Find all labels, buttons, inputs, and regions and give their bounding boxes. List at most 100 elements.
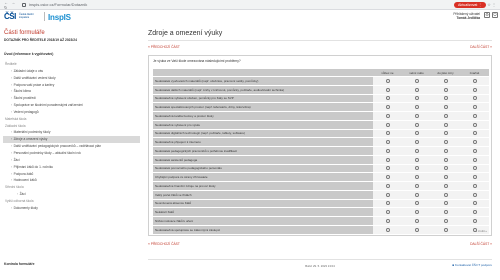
sidebar-item-intro[interactable]: Úvod (informace k vyplňování) xyxy=(4,52,53,56)
answer-radio[interactable] xyxy=(443,192,448,197)
answer-radio[interactable] xyxy=(385,201,390,206)
answer-radio[interactable] xyxy=(443,78,448,83)
answer-radio[interactable] xyxy=(443,218,448,223)
sidebar-item[interactable]: Další vzdělávání pedagogických pracovník… xyxy=(3,143,140,150)
answer-radio[interactable] xyxy=(414,218,419,223)
answer-radio[interactable] xyxy=(472,183,477,188)
answer-radio[interactable] xyxy=(414,122,419,127)
sidebar-item[interactable]: Školní klima xyxy=(3,88,140,95)
browser-nav-icons[interactable]: ← → ↻ xyxy=(4,0,20,10)
browser-update-button[interactable]: Aktualizovat ⋮ xyxy=(454,1,486,8)
answer-radio[interactable] xyxy=(385,78,390,83)
answer-radio[interactable] xyxy=(414,157,419,162)
answer-radio[interactable] xyxy=(414,140,419,145)
answer-radio[interactable] xyxy=(414,113,419,118)
answer-radio[interactable] xyxy=(385,148,390,153)
logout-icon[interactable]: ⏻ xyxy=(492,12,498,18)
inspis-logo[interactable]: InspIS xyxy=(48,13,71,22)
answer-radio[interactable] xyxy=(385,131,390,136)
answer-radio[interactable] xyxy=(414,192,419,197)
csi-logo[interactable]: ČŠI xyxy=(4,12,16,21)
answer-radio[interactable] xyxy=(472,175,477,180)
answer-radio[interactable] xyxy=(472,131,477,136)
answer-radio[interactable] xyxy=(385,113,390,118)
sidebar-item[interactable]: Základní údaje o vás xyxy=(3,68,140,75)
answer-radio[interactable] xyxy=(385,87,390,92)
answer-radio[interactable] xyxy=(443,140,448,145)
answer-radio[interactable] xyxy=(472,218,477,223)
answer-radio[interactable] xyxy=(472,105,477,110)
sidebar-item-form-check[interactable]: Kontrola formuláře xyxy=(4,262,35,266)
answer-radio[interactable] xyxy=(414,175,419,180)
answer-radio[interactable] xyxy=(443,175,448,180)
answer-radio[interactable] xyxy=(414,210,419,215)
next-section-link-bottom[interactable]: DALŠÍ ČÁST » xyxy=(470,242,492,246)
sidebar-item[interactable]: Podpora žáků xyxy=(3,171,140,178)
answer-radio[interactable] xyxy=(443,157,448,162)
answer-radio[interactable] xyxy=(385,227,390,232)
answer-radio[interactable] xyxy=(414,87,419,92)
answer-radio[interactable] xyxy=(443,201,448,206)
answer-radio[interactable] xyxy=(443,96,448,101)
answer-radio[interactable] xyxy=(472,140,477,145)
answer-radio[interactable] xyxy=(443,113,448,118)
sidebar-item[interactable]: Další vzdělávání vedení školy xyxy=(3,75,140,82)
answer-radio[interactable] xyxy=(385,105,390,110)
answer-radio[interactable] xyxy=(472,113,477,118)
sidebar-item[interactable]: Podpora vaší práce a kariéry xyxy=(3,82,140,89)
answer-radio[interactable] xyxy=(385,157,390,162)
sidebar-item[interactable]: Spolupráce se školními poradenskými zaří… xyxy=(3,102,140,109)
sidebar-item[interactable]: Žáci xyxy=(3,191,140,198)
answer-radio[interactable] xyxy=(414,227,419,232)
sidebar-item[interactable]: Hodnocení žáků xyxy=(3,177,140,184)
answer-radio[interactable] xyxy=(472,96,477,101)
answer-radio[interactable] xyxy=(472,78,477,83)
answer-radio[interactable] xyxy=(472,210,477,215)
answer-radio[interactable] xyxy=(414,78,419,83)
address-bar[interactable]: inspis.csicr.cz/Formular/Dotaznik xyxy=(29,2,454,7)
sidebar-item[interactable]: Žáci xyxy=(3,157,140,164)
answer-radio[interactable] xyxy=(385,166,390,171)
answer-radio[interactable] xyxy=(414,105,419,110)
answer-radio[interactable] xyxy=(385,96,390,101)
answer-radio[interactable] xyxy=(414,148,419,153)
answer-radio[interactable] xyxy=(472,122,477,127)
answer-radio[interactable] xyxy=(472,201,477,206)
answer-radio[interactable] xyxy=(443,166,448,171)
sidebar-item[interactable]: Vedení pedagogů xyxy=(3,109,140,116)
browser-menu-icon[interactable]: ☆ ⋮ xyxy=(487,2,496,7)
answer-radio[interactable] xyxy=(472,148,477,153)
answer-radio[interactable] xyxy=(385,218,390,223)
answer-radio[interactable] xyxy=(443,148,448,153)
answer-radio[interactable] xyxy=(443,227,448,232)
answer-radio[interactable] xyxy=(472,87,477,92)
answer-radio[interactable] xyxy=(443,210,448,215)
sidebar-item[interactable]: Dokumenty školy xyxy=(3,205,140,212)
answer-radio[interactable] xyxy=(385,192,390,197)
answer-radio[interactable] xyxy=(472,192,477,197)
next-section-link[interactable]: DALŠÍ ČÁST » xyxy=(470,45,492,49)
answer-radio[interactable] xyxy=(443,131,448,136)
answer-radio[interactable] xyxy=(472,166,477,171)
answer-radio[interactable] xyxy=(443,105,448,110)
answer-radio[interactable] xyxy=(443,183,448,188)
answer-radio[interactable] xyxy=(443,122,448,127)
answer-radio[interactable] xyxy=(385,140,390,145)
answer-radio[interactable] xyxy=(385,175,390,180)
answer-radio[interactable] xyxy=(414,96,419,101)
clear-answers-link[interactable]: « zrušit » xyxy=(476,229,487,233)
answer-radio[interactable] xyxy=(414,166,419,171)
sidebar-item[interactable]: Materiální podmínky školy xyxy=(3,129,140,136)
answer-radio[interactable] xyxy=(385,183,390,188)
answer-radio[interactable] xyxy=(385,210,390,215)
previous-section-link-bottom[interactable]: « PŘEDCHOZÍ ČÁST xyxy=(148,242,180,246)
answer-radio[interactable] xyxy=(414,183,419,188)
answer-radio[interactable] xyxy=(472,157,477,162)
answer-radio[interactable] xyxy=(414,201,419,206)
sidebar-item[interactable]: Personální podmínky školy – aktuální ško… xyxy=(3,150,140,157)
settings-icon[interactable]: ⚙ xyxy=(484,12,490,18)
it-support-link[interactable]: ■ Kontaktovat ČŠI IT podporu xyxy=(452,263,492,267)
sidebar-item[interactable]: Školní prostředí xyxy=(3,95,140,102)
answer-radio[interactable] xyxy=(443,87,448,92)
sidebar-item[interactable]: Přijímání žáků do 1. ročníku xyxy=(3,164,140,171)
